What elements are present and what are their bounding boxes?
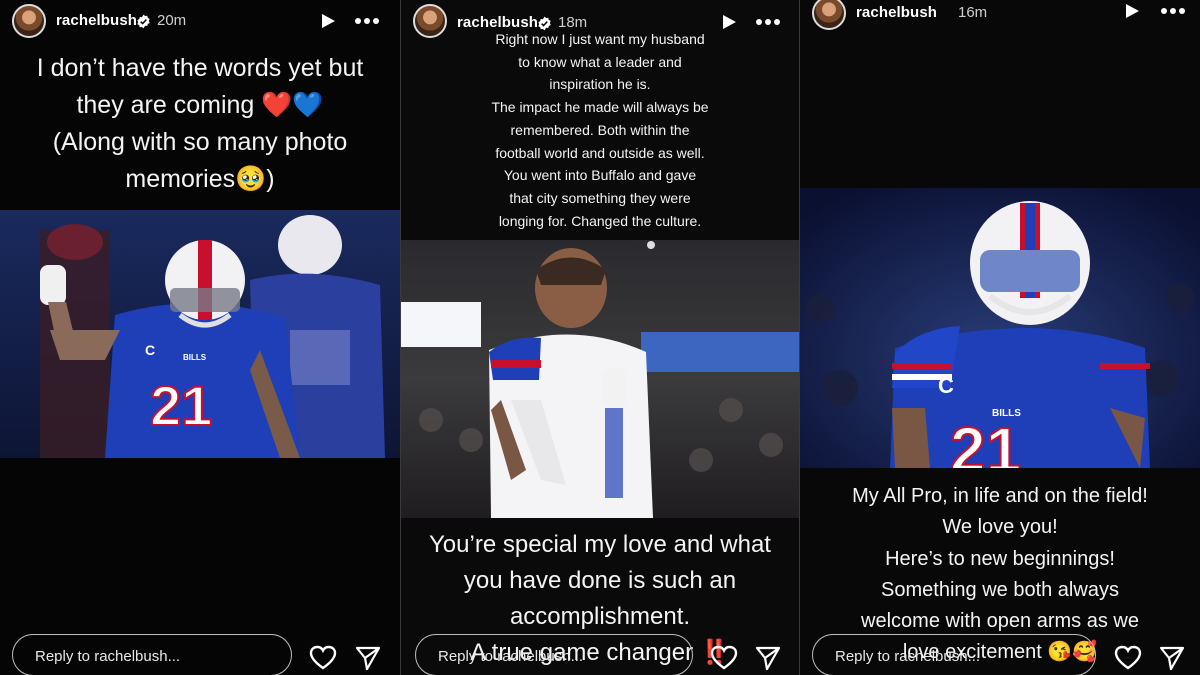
caption-line: welcome with open arms as we xyxy=(861,610,1139,633)
username[interactable]: rachelbush xyxy=(856,4,937,21)
caption-line: Here’s to new beginnings! xyxy=(885,547,1115,570)
play-icon[interactable] xyxy=(320,13,336,29)
caption-line: remembered. Both within the xyxy=(510,121,690,138)
more-options-icon[interactable] xyxy=(1160,7,1186,15)
caption-line: they are coming ❤️💙 xyxy=(76,91,324,119)
heart-icon[interactable] xyxy=(1114,644,1142,672)
caption-line: inspiration he is. xyxy=(549,76,651,93)
post-time: 16m xyxy=(958,4,988,21)
post-time: 18m xyxy=(558,14,588,31)
caption-line: (Along with so many photo xyxy=(52,128,348,156)
story-header: rachelbush 20m xyxy=(0,0,400,44)
story-panel-1: rachelbush 20m I don’t have the words ye… xyxy=(0,0,400,675)
caption-line: football world and outside as well. xyxy=(495,144,705,161)
caption-line: longing for. Changed the culture. xyxy=(498,212,702,229)
more-options-icon[interactable] xyxy=(755,18,781,26)
username[interactable]: rachelbush xyxy=(56,12,137,29)
verified-badge-icon xyxy=(538,16,551,31)
post-time: 20m xyxy=(157,12,187,29)
avatar[interactable] xyxy=(812,0,846,30)
caption-line: memories🥹) xyxy=(125,165,275,193)
caption-line: You went into Buffalo and gave xyxy=(503,167,697,184)
caption-line: you have done is such an xyxy=(463,567,737,594)
avatar[interactable] xyxy=(413,4,447,38)
captain-patch: C xyxy=(145,342,155,358)
reply-placeholder: Reply to rachelbush... xyxy=(35,648,181,665)
caption-line: I don’t have the words yet but xyxy=(36,54,364,82)
caption-line: accomplishment. xyxy=(509,603,691,630)
play-icon[interactable] xyxy=(1124,3,1140,19)
story-photo: C BILLS 21 xyxy=(800,188,1200,468)
reply-input[interactable]: Reply to rachelbush... xyxy=(12,634,292,675)
story-photo: C BILLS 21 xyxy=(0,210,400,458)
reply-input[interactable]: Reply to rachelbush... xyxy=(415,634,693,675)
send-icon[interactable] xyxy=(1158,644,1186,672)
reply-placeholder: Reply to rachelbush... xyxy=(438,648,584,665)
story-panel-2: rachelbush 18m Right now I just want my … xyxy=(401,0,799,675)
heart-icon[interactable] xyxy=(309,644,337,672)
story-caption: I don’t have the words yet but they are … xyxy=(0,50,400,198)
caption-line: Something we both always xyxy=(881,578,1119,601)
reply-placeholder: Reply to rachelbush... xyxy=(835,648,981,665)
caption-line: The impact he made will always be xyxy=(491,99,709,116)
caption-line: You’re special my love and what xyxy=(429,531,771,558)
more-options-icon[interactable] xyxy=(354,17,380,25)
story-header: rachelbush 18m xyxy=(401,0,799,44)
jersey-number: 21 xyxy=(950,414,1021,468)
story-header: rachelbush 16m xyxy=(800,0,1200,44)
verified-badge-icon xyxy=(137,14,150,29)
username[interactable]: rachelbush xyxy=(457,14,538,31)
send-icon[interactable] xyxy=(754,644,782,672)
heart-icon[interactable] xyxy=(710,644,738,672)
caption-line: to know what a leader and xyxy=(518,53,682,70)
jersey-number: 21 xyxy=(150,374,212,437)
play-icon[interactable] xyxy=(721,14,737,30)
send-icon[interactable] xyxy=(354,644,382,672)
jersey-brand: BILLS xyxy=(183,353,207,362)
captain-patch: C xyxy=(938,373,954,398)
reply-input[interactable]: Reply to rachelbush... xyxy=(812,634,1096,675)
caption-line: We love you! xyxy=(942,516,1058,539)
story-panel-3: rachelbush 16m C BILLS 21 My All Pro, in… xyxy=(800,0,1200,675)
story-photo xyxy=(401,240,799,518)
avatar[interactable] xyxy=(12,4,46,38)
caption-line: that city something they were xyxy=(509,189,691,206)
caption-line: My All Pro, in life and on the field! xyxy=(852,485,1148,507)
story-caption-top: Right now I just want my husband to know… xyxy=(401,28,799,232)
